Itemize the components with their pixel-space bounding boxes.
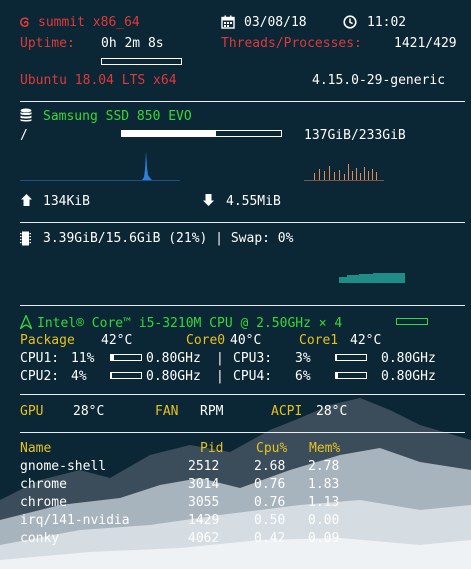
memory-graph [339, 273, 405, 283]
package-temp: 42°C [101, 333, 133, 348]
cpu1-fill [111, 355, 115, 360]
uptime-label: Uptime: [20, 36, 75, 51]
disk-mount: / [20, 128, 28, 143]
core0-temp: 40°C [230, 333, 262, 348]
cpu2-fill [111, 373, 113, 378]
process-pid: 2512 [188, 459, 220, 474]
gpu-label: GPU [20, 404, 44, 419]
download-speed: 4.55MiB [226, 194, 281, 209]
cpu-total-bar [396, 318, 428, 325]
cpu2-label: CPU2: [20, 369, 60, 384]
threads-value: 1421/429 [394, 36, 457, 51]
divider [20, 432, 465, 433]
process-cpu: 0.76 [254, 477, 286, 492]
cpu3-bar [335, 354, 367, 361]
cpu4-percent: 6% [295, 369, 311, 384]
date-value: 03/08/18 [244, 15, 307, 30]
process-name: irq/141-nvidia [20, 513, 130, 528]
core1-temp: 42°C [350, 333, 382, 348]
threads-label: Threads/Processes: [221, 36, 362, 51]
column-header-mem: Mem% [309, 441, 341, 456]
disk-usage: 137GiB/233GiB [304, 128, 406, 143]
cpu2-percent: 4% [71, 369, 87, 384]
disk-write-graph [304, 164, 384, 181]
process-cpu: 0.76 [254, 495, 286, 510]
kernel-version: 4.15.0-29-generic [312, 73, 446, 88]
cpu3-label: CPU3: [233, 351, 273, 366]
process-mem: 1.13 [308, 495, 340, 510]
process-name: chrome [20, 495, 67, 510]
arrow-down-icon [203, 194, 214, 206]
os-name: Ubuntu 18.04 LTS x64 [20, 73, 177, 88]
separator: | [216, 351, 224, 366]
arch-logo-icon [20, 315, 32, 329]
process-name: chrome [20, 477, 67, 492]
divider [20, 394, 465, 395]
divider [20, 101, 465, 102]
memory-chip-icon [20, 231, 31, 246]
cpu2-freq: 0.80GHz [146, 369, 201, 384]
cpu1-freq: 0.80GHz [146, 351, 201, 366]
cpu-model: Intel® Core™ i5-3210M CPU @ 2.50GHz × 4 [37, 316, 343, 331]
cpu4-freq: 0.80GHz [381, 369, 436, 384]
memory-usage: 3.39GiB/15.6GiB (21%) | Swap: 0% [43, 231, 294, 246]
process-pid: 1429 [188, 513, 220, 528]
disk-usage-fill [122, 131, 216, 136]
process-mem: 1.83 [308, 477, 340, 492]
disk-read-graph [20, 151, 180, 181]
time-value: 11:02 [367, 15, 407, 30]
cpu1-label: CPU1: [20, 351, 60, 366]
gpu-temp: 28°C [73, 404, 105, 419]
process-name: gnome-shell [20, 459, 107, 474]
cpu4-fill [336, 373, 338, 378]
cpu4-bar [335, 372, 367, 379]
process-name: conky [20, 531, 60, 546]
disk-name: Samsung SSD 850 EVO [43, 109, 192, 124]
process-cpu: 2.68 [254, 459, 286, 474]
debian-swirl-icon [20, 17, 29, 27]
divider [20, 305, 465, 306]
column-header-cpu: Cpu% [256, 441, 288, 456]
acpi-label: ACPI [271, 404, 303, 419]
database-icon [20, 108, 32, 122]
disk-usage-bar [121, 130, 282, 137]
cpu3-percent: 3% [295, 351, 311, 366]
cpu1-bar [110, 354, 142, 361]
fan-value: RPM [200, 404, 224, 419]
cpu3-freq: 0.80GHz [381, 351, 436, 366]
arrow-up-icon [21, 194, 32, 206]
process-pid: 3055 [188, 495, 220, 510]
process-mem: 0.09 [308, 531, 340, 546]
column-header-name: Name [20, 441, 52, 456]
process-pid: 3014 [188, 477, 220, 492]
uptime-value: 0h 2m 8s [101, 36, 164, 51]
divider [20, 222, 465, 223]
hostname: summit x86_64 [38, 15, 140, 30]
cpu3-fill [336, 355, 337, 360]
clock-icon [343, 15, 357, 29]
core1-label: Core1 [299, 333, 339, 348]
package-label: Package [20, 333, 75, 348]
process-cpu: 0.50 [254, 513, 286, 528]
cpu2-bar [110, 372, 142, 379]
cpu1-percent: 11% [71, 351, 95, 366]
separator: | [216, 369, 224, 384]
process-mem: 2.78 [308, 459, 340, 474]
core0-label: Core0 [186, 333, 226, 348]
process-mem: 0.00 [308, 513, 340, 528]
cpu4-label: CPU4: [233, 369, 273, 384]
column-header-pid: Pid [200, 441, 224, 456]
uptime-bar [101, 58, 182, 65]
acpi-temp: 28°C [316, 404, 348, 419]
calendar-icon [221, 15, 235, 29]
upload-speed: 134KiB [43, 194, 90, 209]
process-pid: 4062 [188, 531, 220, 546]
fan-label: FAN [155, 404, 179, 419]
process-cpu: 0.42 [254, 531, 286, 546]
